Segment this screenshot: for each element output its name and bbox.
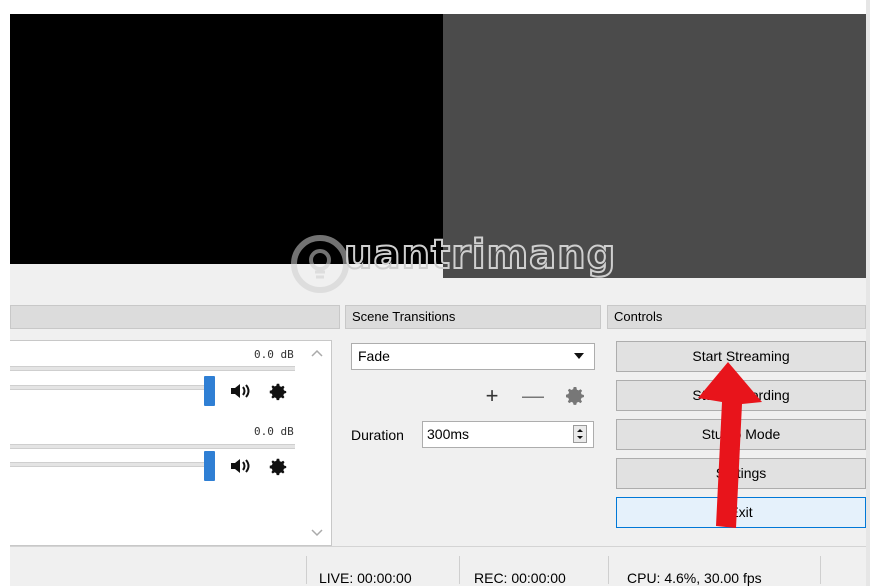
- channel-2-meter: [10, 462, 210, 467]
- gear-icon[interactable]: [267, 381, 289, 407]
- add-transition-button[interactable]: +: [480, 385, 504, 407]
- window-edge: [866, 0, 870, 586]
- settings-button[interactable]: Settings: [616, 458, 866, 489]
- duration-spinbox[interactable]: 300ms: [422, 421, 594, 448]
- gear-icon[interactable]: [267, 456, 289, 482]
- preview-canvas: [10, 14, 443, 264]
- duration-label: Duration: [351, 427, 404, 443]
- status-divider: [608, 556, 609, 584]
- transition-select[interactable]: Fade: [351, 343, 595, 370]
- mixer-scroll-down-icon[interactable]: [311, 529, 323, 540]
- chevron-down-icon: [574, 344, 584, 369]
- channel-1-volume-slider[interactable]: [204, 376, 215, 406]
- audio-mixer-dock-header: [10, 305, 340, 329]
- mixer-scroll-up-icon[interactable]: [311, 349, 323, 360]
- channel-2-volume-slider[interactable]: [204, 451, 215, 481]
- scene-transitions-dock-header: Scene Transitions: [345, 305, 601, 329]
- cpu-fps-readout: CPU: 4.6%, 30.00 fps: [627, 570, 762, 586]
- speaker-icon[interactable]: [230, 457, 252, 479]
- start-recording-button[interactable]: Start Recording: [616, 380, 866, 411]
- channel-1-meter-top: [10, 366, 295, 371]
- scene-transitions-title: Scene Transitions: [352, 309, 456, 324]
- controls-dock-header: Controls: [607, 305, 866, 329]
- gear-icon[interactable]: [563, 384, 587, 411]
- status-divider: [459, 556, 460, 584]
- duration-value: 300ms: [427, 426, 470, 442]
- studio-mode-button[interactable]: Studio Mode: [616, 419, 866, 450]
- controls-title: Controls: [614, 309, 663, 324]
- status-divider: [306, 556, 307, 584]
- channel-1-meter: [10, 385, 210, 390]
- live-timer: LIVE: 00:00:00: [319, 570, 412, 586]
- watermark-text: uantrimang: [343, 231, 617, 279]
- status-divider: [820, 556, 821, 584]
- channel-2-meter-top: [10, 444, 295, 449]
- channel-2-level: 0.0 dB: [254, 425, 294, 438]
- exit-button[interactable]: Exit: [616, 497, 866, 528]
- speaker-icon[interactable]: [230, 382, 252, 404]
- remove-transition-button[interactable]: —: [520, 385, 546, 407]
- transition-select-value: Fade: [358, 348, 390, 364]
- start-streaming-button[interactable]: Start Streaming: [616, 341, 866, 372]
- rec-timer: REC: 00:00:00: [474, 570, 566, 586]
- channel-1-level: 0.0 dB: [254, 348, 294, 361]
- spin-arrows-icon[interactable]: [573, 425, 587, 443]
